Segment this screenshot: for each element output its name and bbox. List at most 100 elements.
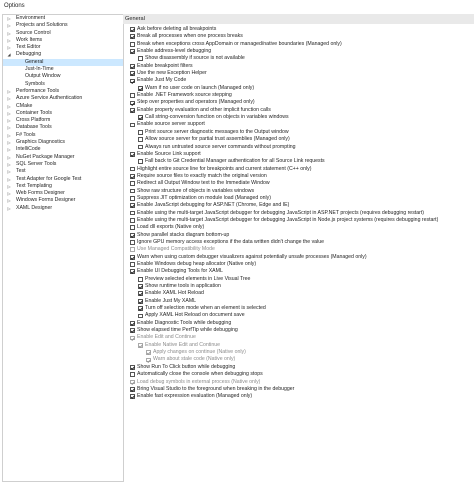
option-row[interactable]: Turn off selection mode when an element …	[130, 305, 470, 312]
option-checkbox[interactable]	[130, 173, 135, 179]
option-checkbox[interactable]	[130, 78, 135, 84]
option-checkbox[interactable]	[130, 364, 135, 370]
chevron-right-icon[interactable]: ▷	[6, 161, 12, 168]
tree-item[interactable]: ▷ Cross Platform	[3, 117, 123, 124]
tree-item[interactable]: ▷ Web Forms Designer	[3, 190, 123, 197]
option-row[interactable]: Enable .NET Framework source stepping	[130, 92, 470, 99]
option-row[interactable]: Show disassembly if source is not availa…	[130, 55, 470, 62]
option-row[interactable]: Enable fast expression evaluation (Manag…	[130, 393, 470, 400]
option-row[interactable]: Break all processes when one process bre…	[130, 33, 470, 40]
option-row[interactable]: Show parallel stacks diagram bottom-up	[130, 232, 470, 239]
option-checkbox[interactable]	[130, 166, 135, 172]
option-checkbox[interactable]	[130, 269, 135, 275]
option-row[interactable]: Step over properties and operators (Mana…	[130, 99, 470, 106]
chevron-right-icon[interactable]: ▷	[6, 88, 12, 95]
chevron-right-icon[interactable]: ▷	[6, 44, 12, 51]
option-checkbox[interactable]	[138, 313, 143, 319]
option-row[interactable]: Show runtime tools in application	[130, 283, 470, 290]
option-checkbox[interactable]	[138, 284, 143, 289]
tree-item[interactable]: ▷ XAML Designer	[3, 205, 123, 212]
chevron-right-icon[interactable]: ▷	[6, 95, 12, 102]
option-row[interactable]: Enable property evaluation and other imp…	[130, 107, 470, 114]
tree-item[interactable]: ▷ SQL Server Tools	[3, 161, 123, 168]
chevron-right-icon[interactable]: ▷	[6, 15, 12, 22]
option-row[interactable]: Enable Just My Code	[130, 77, 470, 84]
option-row[interactable]: Enable Just My XAML	[130, 298, 470, 305]
option-row[interactable]: Break when exceptions cross AppDomain or…	[130, 41, 470, 48]
tree-item[interactable]: ▷ Container Tools	[3, 110, 123, 117]
option-row[interactable]: Load dll exports (Native only)	[130, 224, 470, 231]
chevron-right-icon[interactable]: ▷	[6, 176, 12, 183]
option-checkbox[interactable]	[138, 298, 143, 304]
option-row[interactable]: Use the new Exception Helper	[130, 70, 470, 77]
option-row[interactable]: Enable Source Link support	[130, 151, 470, 158]
chevron-right-icon[interactable]: ▷	[6, 103, 12, 110]
option-checkbox[interactable]	[130, 188, 135, 194]
tree-item[interactable]: General	[3, 58, 123, 67]
option-row[interactable]: Preview selected elements in Live Visual…	[130, 276, 470, 283]
option-checkbox[interactable]	[138, 137, 143, 143]
tree-item[interactable]: ▷ Performance Tools	[3, 88, 123, 95]
category-tree[interactable]: ▷ Environment ▷ Projects and Solutions ▷ Sour…	[2, 14, 124, 482]
option-checkbox[interactable]	[138, 85, 143, 91]
option-row[interactable]: Highlight entire source line for breakpo…	[130, 166, 470, 173]
tree-item[interactable]: ▷ Graphics Diagnostics	[3, 139, 123, 146]
option-row[interactable]: Warn if no user code on launch (Managed …	[130, 85, 470, 92]
option-row[interactable]: Enable Windows debug heap allocator (Nat…	[130, 261, 470, 268]
option-checkbox[interactable]	[130, 254, 135, 260]
chevron-right-icon[interactable]: ▷	[6, 124, 12, 131]
option-row[interactable]: Allow source server for partial trust as…	[130, 136, 470, 143]
option-checkbox[interactable]	[130, 41, 135, 47]
tree-item[interactable]: Just-In-Time	[3, 66, 123, 73]
option-checkbox[interactable]	[130, 63, 135, 69]
option-checkbox[interactable]	[130, 232, 135, 238]
option-row[interactable]: Enable using the multi-target JavaScript…	[130, 217, 470, 224]
option-row[interactable]: Show elapsed time PerfTip while debuggin…	[130, 327, 470, 334]
chevron-right-icon[interactable]: ▷	[6, 154, 12, 161]
option-row[interactable]: Show raw structure of objects in variabl…	[130, 188, 470, 195]
option-row[interactable]: Enable using the multi-target JavaScript…	[130, 210, 470, 217]
option-checkbox[interactable]	[130, 107, 135, 113]
tree-item[interactable]: ▷ Text Templating	[3, 183, 123, 190]
option-row[interactable]: Suppress JIT optimization on module load…	[130, 195, 470, 202]
option-checkbox[interactable]	[130, 34, 135, 40]
option-checkbox[interactable]	[130, 328, 135, 333]
tree-item[interactable]: Output Window	[3, 73, 123, 80]
tree-item[interactable]: ◢ Debugging	[3, 51, 123, 58]
tree-item[interactable]: ▷ Test Adapter for Google Test	[3, 176, 123, 183]
chevron-right-icon[interactable]: ▷	[6, 30, 12, 37]
option-checkbox[interactable]	[138, 291, 143, 297]
option-checkbox[interactable]	[130, 218, 135, 223]
option-row[interactable]: Call string-conversion function on objec…	[130, 114, 470, 121]
option-checkbox[interactable]	[130, 27, 135, 32]
option-row[interactable]: Ask before deleting all breakpoints	[130, 26, 470, 33]
option-checkbox[interactable]	[130, 394, 135, 400]
tree-item[interactable]: ▷ Text Editor	[3, 44, 123, 51]
option-checkbox[interactable]	[130, 49, 135, 54]
chevron-right-icon[interactable]: ▷	[6, 190, 12, 197]
option-checkbox[interactable]	[130, 93, 135, 98]
option-row[interactable]: Enable JavaScript debugging for ASP.NET …	[130, 202, 470, 209]
option-checkbox[interactable]	[138, 144, 143, 150]
tree-item[interactable]: ▷ Projects and Solutions	[3, 22, 123, 29]
chevron-right-icon[interactable]: ▷	[6, 183, 12, 190]
option-row[interactable]: Require source files to exactly match th…	[130, 173, 470, 180]
option-row[interactable]: Enable Diagnostic Tools while debugging	[130, 320, 470, 327]
option-checkbox[interactable]	[130, 386, 135, 392]
option-checkbox[interactable]	[130, 196, 135, 201]
chevron-right-icon[interactable]: ▷	[6, 117, 12, 124]
option-checkbox[interactable]	[138, 56, 143, 62]
tree-item[interactable]: ▷ Work Items	[3, 37, 123, 44]
option-checkbox[interactable]	[130, 122, 135, 128]
chevron-right-icon[interactable]: ▷	[6, 110, 12, 117]
option-checkbox[interactable]	[130, 320, 135, 326]
chevron-right-icon[interactable]: ▷	[6, 22, 12, 29]
chevron-right-icon[interactable]: ▷	[6, 205, 12, 212]
tree-item[interactable]: ▷ Azure Service Authentication	[3, 95, 123, 102]
tree-item[interactable]: ▷ Windows Forms Designer	[3, 197, 123, 204]
tree-item[interactable]: ▷ Test	[3, 168, 123, 175]
option-row[interactable]: Print source server diagnostic messages …	[130, 129, 470, 136]
option-checkbox[interactable]	[138, 276, 143, 282]
option-checkbox[interactable]	[130, 203, 135, 209]
chevron-right-icon[interactable]: ▷	[6, 168, 12, 175]
